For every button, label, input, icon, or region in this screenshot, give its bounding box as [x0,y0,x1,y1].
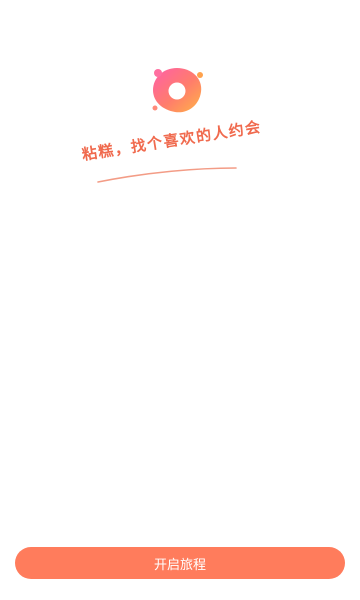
start-journey-button[interactable]: 开启旅程 [15,547,345,579]
welcome-screen: 粘糕，找个喜欢的人约会 开启旅程 [0,0,360,600]
tagline-block: 粘糕，找个喜欢的人约会 [78,118,288,194]
app-logo-icon [147,62,207,118]
tagline-underline [97,167,237,183]
